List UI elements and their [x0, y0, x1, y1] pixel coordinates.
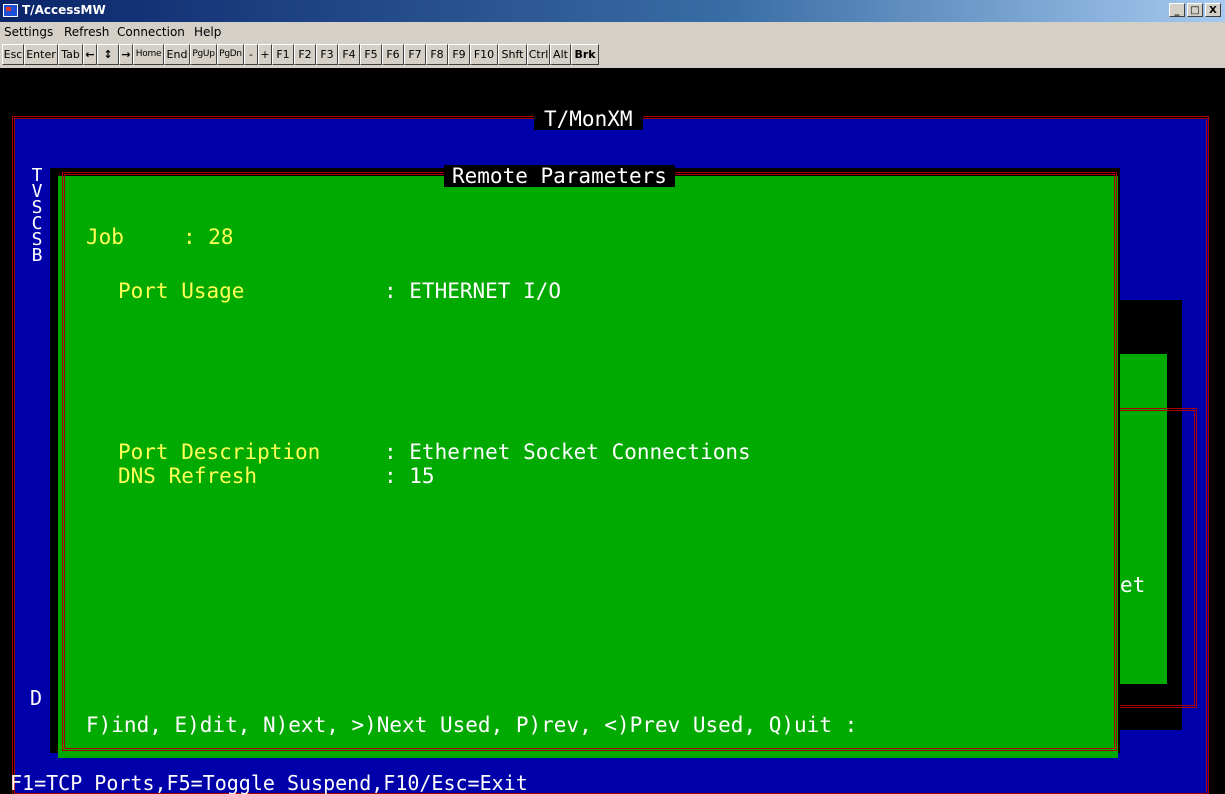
dns-refresh-value: : 15: [384, 464, 435, 488]
f7-key-button[interactable]: F7: [404, 44, 426, 65]
app-icon[interactable]: [3, 4, 18, 17]
menu-bar: Settings Refresh Connection Help: [0, 22, 1225, 42]
left-letter: B: [31, 245, 43, 266]
f5-key-button[interactable]: F5: [360, 44, 382, 65]
f2-key-button[interactable]: F2: [294, 44, 316, 65]
command-prompt[interactable]: F)ind, E)dit, N)ext, >)Next Used, P)rev,…: [86, 713, 857, 737]
f10-key-button[interactable]: F10: [470, 44, 498, 65]
pgdn-key-button[interactable]: PgDn: [217, 44, 244, 65]
home-key-button[interactable]: Home: [133, 44, 164, 65]
f6-key-button[interactable]: F6: [382, 44, 404, 65]
pgup-key-button[interactable]: PgUp: [190, 44, 217, 65]
right-arrow-button[interactable]: →: [119, 44, 133, 65]
left-bottom-letter: D: [30, 686, 43, 710]
maximize-button[interactable]: □: [1187, 3, 1203, 17]
window-controls: _ □ X: [1169, 3, 1221, 17]
ctrl-key-button[interactable]: Ctrl: [527, 44, 550, 65]
break-key-button[interactable]: Brk: [571, 44, 599, 65]
port-description-label: Port Description: [118, 440, 321, 464]
background-window-text: et: [1120, 573, 1146, 597]
menu-connection[interactable]: Connection: [117, 25, 185, 39]
f8-key-button[interactable]: F8: [426, 44, 448, 65]
alt-key-button[interactable]: Alt: [550, 44, 571, 65]
end-key-button[interactable]: End: [164, 44, 190, 65]
key-toolbar: Esc Enter Tab ← ↕ → Home End PgUp PgDn -…: [0, 42, 1225, 68]
menu-settings[interactable]: Settings: [4, 25, 53, 39]
job-label: Job: [86, 225, 124, 249]
f4-key-button[interactable]: F4: [338, 44, 360, 65]
title-bar: T/AccessMW _ □ X: [0, 0, 1225, 22]
tab-key-button[interactable]: Tab: [58, 44, 83, 65]
f1-key-button[interactable]: F1: [272, 44, 294, 65]
f3-key-button[interactable]: F3: [316, 44, 338, 65]
minimize-button[interactable]: _: [1169, 3, 1185, 17]
plus-key-button[interactable]: +: [258, 44, 272, 65]
job-value: : 28: [183, 225, 234, 249]
port-usage-label: Port Usage: [118, 279, 245, 303]
left-column-letters: T V S C S B: [30, 167, 44, 266]
left-arrow-button[interactable]: ←: [83, 44, 97, 65]
window-title: T/AccessMW: [22, 3, 106, 17]
monitor-title: T/MonXM: [534, 108, 643, 130]
status-line: F1=TCP Ports,F5=Toggle Suspend,F10/Esc=E…: [10, 771, 528, 794]
close-button[interactable]: X: [1205, 3, 1221, 17]
esc-key-button[interactable]: Esc: [2, 44, 24, 65]
dns-refresh-label: DNS Refresh: [118, 464, 258, 488]
remote-parameters-title: Remote Parameters: [444, 165, 675, 187]
shift-key-button[interactable]: Shft: [498, 44, 527, 65]
f9-key-button[interactable]: F9: [448, 44, 470, 65]
port-description-value: : Ethernet Socket Connections: [384, 440, 751, 464]
minus-key-button[interactable]: -: [244, 44, 258, 65]
menu-help[interactable]: Help: [194, 25, 221, 39]
menu-refresh[interactable]: Refresh: [64, 25, 109, 39]
up-down-arrow-button[interactable]: ↕: [97, 44, 119, 65]
terminal-screen[interactable]: T/MonXM T V S C S B D et Remote Paramete…: [0, 68, 1225, 794]
port-usage-value: : ETHERNET I/O: [384, 279, 562, 303]
enter-key-button[interactable]: Enter: [24, 44, 58, 65]
